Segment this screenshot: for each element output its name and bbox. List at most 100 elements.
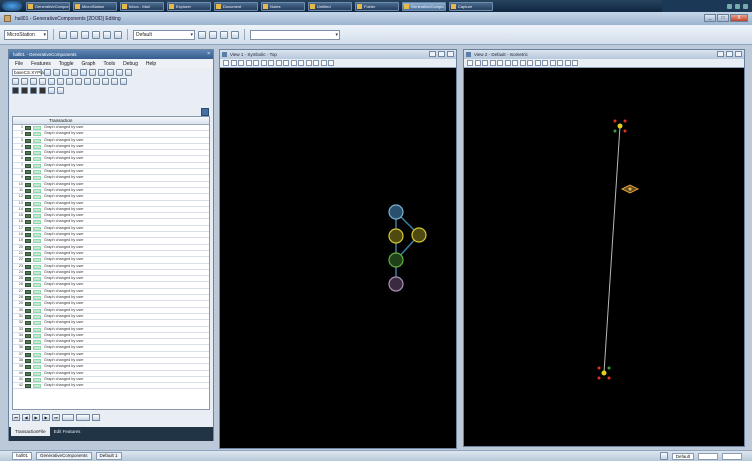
line-element[interactable]: [603, 125, 621, 374]
view-1-maximize-icon[interactable]: [438, 51, 445, 57]
state-checkbox[interactable]: [33, 289, 41, 294]
view-2-canvas[interactable]: [464, 68, 744, 446]
maximize-button[interactable]: □: [717, 14, 729, 22]
zoom-in-icon[interactable]: [482, 60, 488, 66]
midpoint-handle-icon[interactable]: [620, 184, 640, 194]
line-icon[interactable]: [53, 69, 60, 76]
save-as-icon[interactable]: [80, 69, 87, 76]
state-checkbox[interactable]: [33, 157, 41, 162]
zoom-out-icon[interactable]: [245, 60, 252, 66]
state-checkbox[interactable]: [33, 138, 41, 143]
view-next-icon[interactable]: [534, 60, 541, 66]
step-icon[interactable]: [57, 78, 64, 85]
view-1-minimize-icon[interactable]: [429, 51, 436, 57]
state-checkbox[interactable]: [33, 270, 41, 275]
state-checkbox[interactable]: [33, 327, 41, 332]
display-style-icon[interactable]: [320, 60, 327, 66]
delete-icon[interactable]: [93, 78, 100, 85]
graph-node-root[interactable]: [388, 204, 404, 220]
update-view-icon[interactable]: [230, 60, 237, 66]
list-icon[interactable]: [111, 78, 118, 85]
nav-options-button[interactable]: [92, 413, 100, 421]
graph-node[interactable]: [388, 228, 404, 244]
render-icon[interactable]: [298, 60, 304, 66]
last-step-icon[interactable]: [39, 87, 46, 94]
graph-icon[interactable]: [98, 69, 105, 76]
state-checkbox[interactable]: [33, 283, 41, 288]
view-attributes-icon[interactable]: [223, 60, 229, 66]
taskbar-item[interactable]: Notes: [261, 1, 305, 11]
move-icon[interactable]: [81, 30, 89, 39]
line-weight-icon[interactable]: [231, 30, 239, 39]
pause-icon[interactable]: [48, 87, 55, 94]
rotate-view-icon[interactable]: [268, 60, 274, 66]
cursor-icon[interactable]: [21, 78, 28, 85]
state-checkbox[interactable]: [33, 144, 41, 149]
chart-icon[interactable]: [48, 78, 55, 85]
plane-field[interactable]: baseCS.XYPlane: [12, 69, 49, 76]
level-manager-icon[interactable]: [198, 30, 206, 39]
fence-icon[interactable]: [70, 30, 78, 39]
state-checkbox[interactable]: [33, 245, 41, 250]
point-icon[interactable]: [44, 69, 51, 76]
view-next-icon[interactable]: [290, 60, 297, 66]
menu-graph[interactable]: Graph: [82, 61, 96, 67]
network-icon[interactable]: [727, 3, 732, 9]
header-transaction[interactable]: Transaction: [47, 117, 209, 124]
state-checkbox[interactable]: [33, 126, 41, 130]
view-toggles-icon[interactable]: [328, 60, 334, 66]
nav-next-button[interactable]: ▶: [42, 413, 50, 421]
taskbar-item[interactable]: GenerativeCompo...: [402, 1, 446, 11]
state-checkbox[interactable]: [33, 302, 41, 307]
fit-view-icon[interactable]: [504, 60, 511, 66]
taskbar-item[interactable]: Explorer: [167, 1, 211, 11]
check-icon[interactable]: [84, 78, 91, 85]
pan-view-icon[interactable]: [519, 60, 526, 66]
menu-debug[interactable]: Debug: [123, 61, 138, 67]
state-checkbox[interactable]: [33, 132, 41, 137]
camera-icon[interactable]: [549, 60, 556, 66]
menu-tools[interactable]: Tools: [103, 61, 115, 67]
state-checkbox[interactable]: [33, 358, 41, 363]
menu-file[interactable]: File: [15, 61, 23, 67]
graph-node[interactable]: [388, 252, 404, 268]
state-checkbox[interactable]: [33, 233, 41, 238]
state-checkbox[interactable]: [33, 239, 41, 244]
panel-close-icon[interactable]: ×: [207, 50, 210, 59]
clock-icon[interactable]: [743, 3, 748, 9]
graph-node[interactable]: [411, 227, 427, 243]
level-dropdown[interactable]: Default: [133, 29, 195, 40]
state-checkbox[interactable]: [33, 182, 41, 187]
nav-last-button[interactable]: ⏭: [52, 413, 60, 421]
taskbar-item[interactable]: MicroStation: [73, 1, 117, 11]
first-step-icon[interactable]: [12, 87, 19, 94]
view-toggles-icon[interactable]: [572, 60, 578, 66]
style-dropdown[interactable]: [250, 29, 340, 40]
view-1-close-icon[interactable]: [447, 51, 454, 57]
state-checkbox[interactable]: [33, 377, 41, 382]
state-checkbox[interactable]: [33, 226, 41, 231]
state-checkbox[interactable]: [33, 195, 41, 200]
status-level[interactable]: Default: [671, 452, 694, 460]
open-icon[interactable]: [62, 69, 69, 76]
view-2-maximize-icon[interactable]: [726, 51, 733, 57]
settings-icon[interactable]: [120, 78, 127, 85]
state-checkbox[interactable]: [33, 258, 41, 263]
graph-node-leaf[interactable]: [388, 276, 404, 292]
state-checkbox[interactable]: [33, 384, 41, 389]
fit-view-icon[interactable]: [260, 60, 267, 66]
clip-volume-icon[interactable]: [313, 60, 319, 66]
close-button[interactable]: X: [730, 14, 748, 22]
clip-volume-icon[interactable]: [557, 60, 563, 66]
lock-icon[interactable]: [30, 78, 37, 85]
save-icon[interactable]: [71, 69, 78, 76]
feature-icon[interactable]: [12, 78, 19, 85]
state-checkbox[interactable]: [33, 251, 41, 256]
script-icon[interactable]: [107, 69, 114, 76]
state-checkbox[interactable]: [33, 151, 41, 156]
scale-icon[interactable]: [114, 30, 122, 39]
pan-view-icon[interactable]: [275, 60, 282, 66]
workspace-dropdown[interactable]: MicroStation: [4, 29, 48, 40]
camera-icon[interactable]: [305, 60, 312, 66]
state-checkbox[interactable]: [33, 214, 41, 219]
